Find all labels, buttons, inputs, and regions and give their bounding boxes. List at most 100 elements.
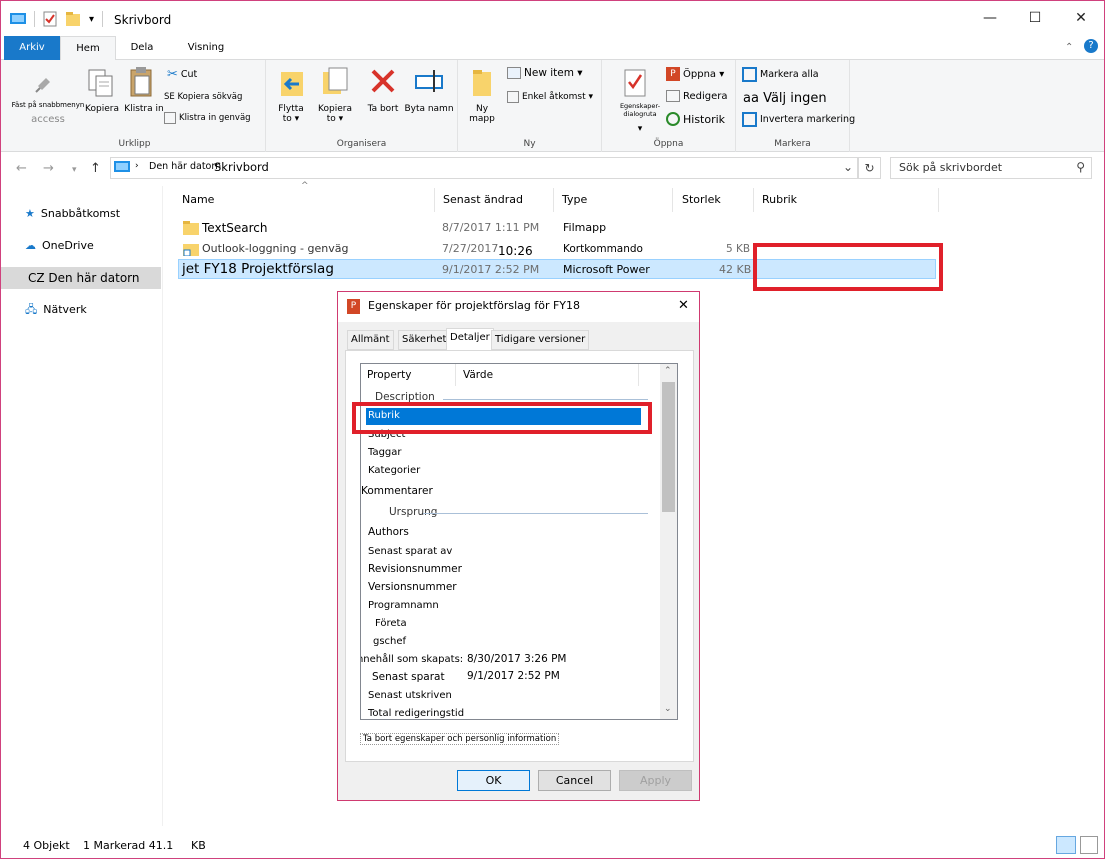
property-content-created[interactable]: Innehåll som skapats: xyxy=(361,654,463,665)
property-program[interactable]: Programnamn xyxy=(368,600,439,611)
vertical-scrollbar[interactable]: ⌃ ⌄ xyxy=(660,364,677,719)
property-version[interactable]: Versionsnummer xyxy=(368,581,457,593)
column-header-title[interactable]: Rubrik xyxy=(756,188,939,212)
new-folder-label-2: mapp xyxy=(469,114,495,124)
breadcrumb-thispc[interactable]: Den här datorn xyxy=(149,161,221,172)
scrollbar-thumb[interactable] xyxy=(662,382,675,512)
refresh-button[interactable]: ↻ xyxy=(858,157,881,179)
copy-to-button[interactable]: Kopiera to ▾ xyxy=(314,104,356,124)
tab-previous-versions[interactable]: Tidigare versioner xyxy=(491,330,590,350)
back-arrow-icon[interactable]: ← xyxy=(16,161,27,176)
cancel-button[interactable]: Cancel xyxy=(538,770,611,791)
tab-details[interactable]: Detaljer xyxy=(446,328,494,350)
large-icons-view-icon[interactable] xyxy=(1080,836,1098,854)
copy-path-button[interactable]: SE Kopiera sökväg xyxy=(164,92,242,102)
delete-button[interactable]: Ta bort xyxy=(364,104,402,114)
chevron-down-icon[interactable]: ⌄ xyxy=(843,160,853,174)
tab-home[interactable]: Hem xyxy=(60,36,116,61)
easy-access-button[interactable]: Enkel åtkomst ▾ xyxy=(507,91,593,103)
select-none-button[interactable]: aa Välj ingen xyxy=(743,91,827,106)
property-total-editing-time[interactable]: Total redigeringstid xyxy=(368,708,464,719)
copy-button[interactable]: Kopiera xyxy=(82,104,122,114)
property-categories[interactable]: Kategorier xyxy=(368,465,420,476)
column-header-modified[interactable]: Senast ändrad xyxy=(437,188,554,212)
window-title: Skrivbord xyxy=(114,13,172,27)
scroll-down-icon[interactable]: ⌄ xyxy=(664,704,672,714)
select-all-button[interactable]: Markera alla xyxy=(742,67,819,82)
nav-network[interactable]: 🖧 Nätverk xyxy=(1,299,161,321)
history-button[interactable]: Historik xyxy=(666,112,725,126)
minimize-button[interactable]: — xyxy=(967,3,1013,33)
organize-group: Flytta to ▾ Kopiera to ▾ Ta bort Byta namn… xyxy=(266,60,458,152)
new-item-button[interactable]: New item ▾ xyxy=(507,67,583,79)
recent-locations-icon[interactable]: ▾ xyxy=(72,165,77,175)
close-button[interactable]: ✕ xyxy=(1058,3,1104,33)
breadcrumb-current[interactable]: Skrivbord xyxy=(214,160,269,174)
move-to-label: Flytta xyxy=(278,104,304,114)
file-name: TextSearch xyxy=(202,221,268,235)
pin-to-quick-access-button[interactable]: Fäst på snabbmenyn access xyxy=(10,101,86,125)
nav-this-pc[interactable]: CZ Den här datorn xyxy=(1,267,161,289)
column-header-property[interactable]: Property xyxy=(361,364,456,386)
property-authors[interactable]: Authors xyxy=(368,526,409,538)
property-comments[interactable]: Kommentarer xyxy=(361,485,433,497)
property-revision[interactable]: Revisionsnummer xyxy=(368,563,462,575)
tab-security[interactable]: Säkerhet xyxy=(398,330,451,350)
rename-button[interactable]: Byta namn xyxy=(404,104,454,114)
column-header-name[interactable]: Name xyxy=(176,188,435,212)
remove-properties-link[interactable]: Ta bort egenskaper och personlig informa… xyxy=(360,733,560,745)
easy-access-label: Enkel åtkomst ▾ xyxy=(522,92,593,102)
scroll-up-icon[interactable]: ⌃ xyxy=(664,366,672,376)
dialog-close-button[interactable]: ✕ xyxy=(678,298,689,313)
file-size: 42 KB xyxy=(719,263,752,276)
property-date-saved[interactable]: Senast sparat xyxy=(372,671,445,683)
maximize-button[interactable]: ☐ xyxy=(1012,3,1058,33)
chevron-up-icon[interactable]: ⌃ xyxy=(1065,42,1073,53)
edit-button[interactable]: Redigera xyxy=(666,90,728,102)
property-last-saved-by[interactable]: Senast sparat av xyxy=(368,546,452,557)
paste-shortcut-button[interactable]: Klistra in genväg xyxy=(164,112,251,124)
open-button[interactable]: P Öppna ▾ xyxy=(666,67,724,81)
new-folder-button[interactable]: Ny mapp xyxy=(462,104,502,124)
tab-view[interactable]: Visning xyxy=(181,36,231,60)
property-manager[interactable]: gschef xyxy=(373,636,406,647)
separator xyxy=(34,11,35,27)
open-group-label: Öppna xyxy=(653,139,684,149)
address-field[interactable]: › Den här datorn Skrivbord ⌄ xyxy=(110,157,858,179)
navigation-pane: ★ Snabbåtkomst ☁ OneDrive CZ Den här dator… xyxy=(1,186,163,826)
column-header-value[interactable]: Värde xyxy=(457,364,639,386)
new-folder-icon[interactable] xyxy=(65,11,81,27)
property-tags[interactable]: Taggar xyxy=(368,447,402,458)
property-company[interactable]: Företa xyxy=(375,618,407,629)
move-to-button[interactable]: Flytta to ▾ xyxy=(272,104,310,124)
customize-qat-icon[interactable]: ▾ xyxy=(89,14,94,25)
paste-button[interactable]: Klistra in xyxy=(123,104,165,114)
cut-button[interactable]: ✂ Cut xyxy=(167,67,197,82)
invert-selection-button[interactable]: Invertera markering xyxy=(742,112,855,127)
details-view-icon[interactable] xyxy=(1056,836,1076,854)
open-group: Egenskaper-dialogruta ▾ P Öppna ▾ Redigera… xyxy=(602,60,736,152)
apply-button[interactable]: Apply xyxy=(619,770,692,791)
shortcut-icon xyxy=(164,112,176,124)
tab-file[interactable]: Arkiv xyxy=(4,36,60,60)
computer-icon[interactable] xyxy=(10,12,26,26)
scissors-icon: ✂ xyxy=(167,67,178,82)
properties-icon xyxy=(624,69,646,97)
help-icon[interactable]: ? xyxy=(1084,39,1098,53)
up-arrow-icon[interactable]: ↑ xyxy=(90,161,101,176)
tab-share[interactable]: Dela xyxy=(119,36,165,60)
property-last-printed[interactable]: Senast utskriven xyxy=(368,690,452,701)
file-name: jet FY18 Projektförslag xyxy=(182,261,334,277)
forward-arrow-icon[interactable]: → xyxy=(43,161,54,176)
file-modified-time: 10:26 xyxy=(498,244,533,258)
clipboard-group: Fäst på snabbmenyn access Kopiera Klistr… xyxy=(4,60,266,152)
nav-onedrive[interactable]: ☁ OneDrive xyxy=(1,235,161,257)
nav-quick-access[interactable]: ★ Snabbåtkomst xyxy=(1,203,161,225)
file-row[interactable]: TextSearch 8/7/2017 1:11 PM Filmapp xyxy=(178,218,936,238)
search-input[interactable]: Sök på skrivbordet ⚲ xyxy=(890,157,1092,179)
properties-icon[interactable] xyxy=(43,11,57,27)
column-header-size[interactable]: Storlek xyxy=(676,188,754,212)
column-header-type[interactable]: Type xyxy=(556,188,673,212)
tab-general[interactable]: Allmänt xyxy=(347,330,394,350)
ok-button[interactable]: OK xyxy=(457,770,530,791)
